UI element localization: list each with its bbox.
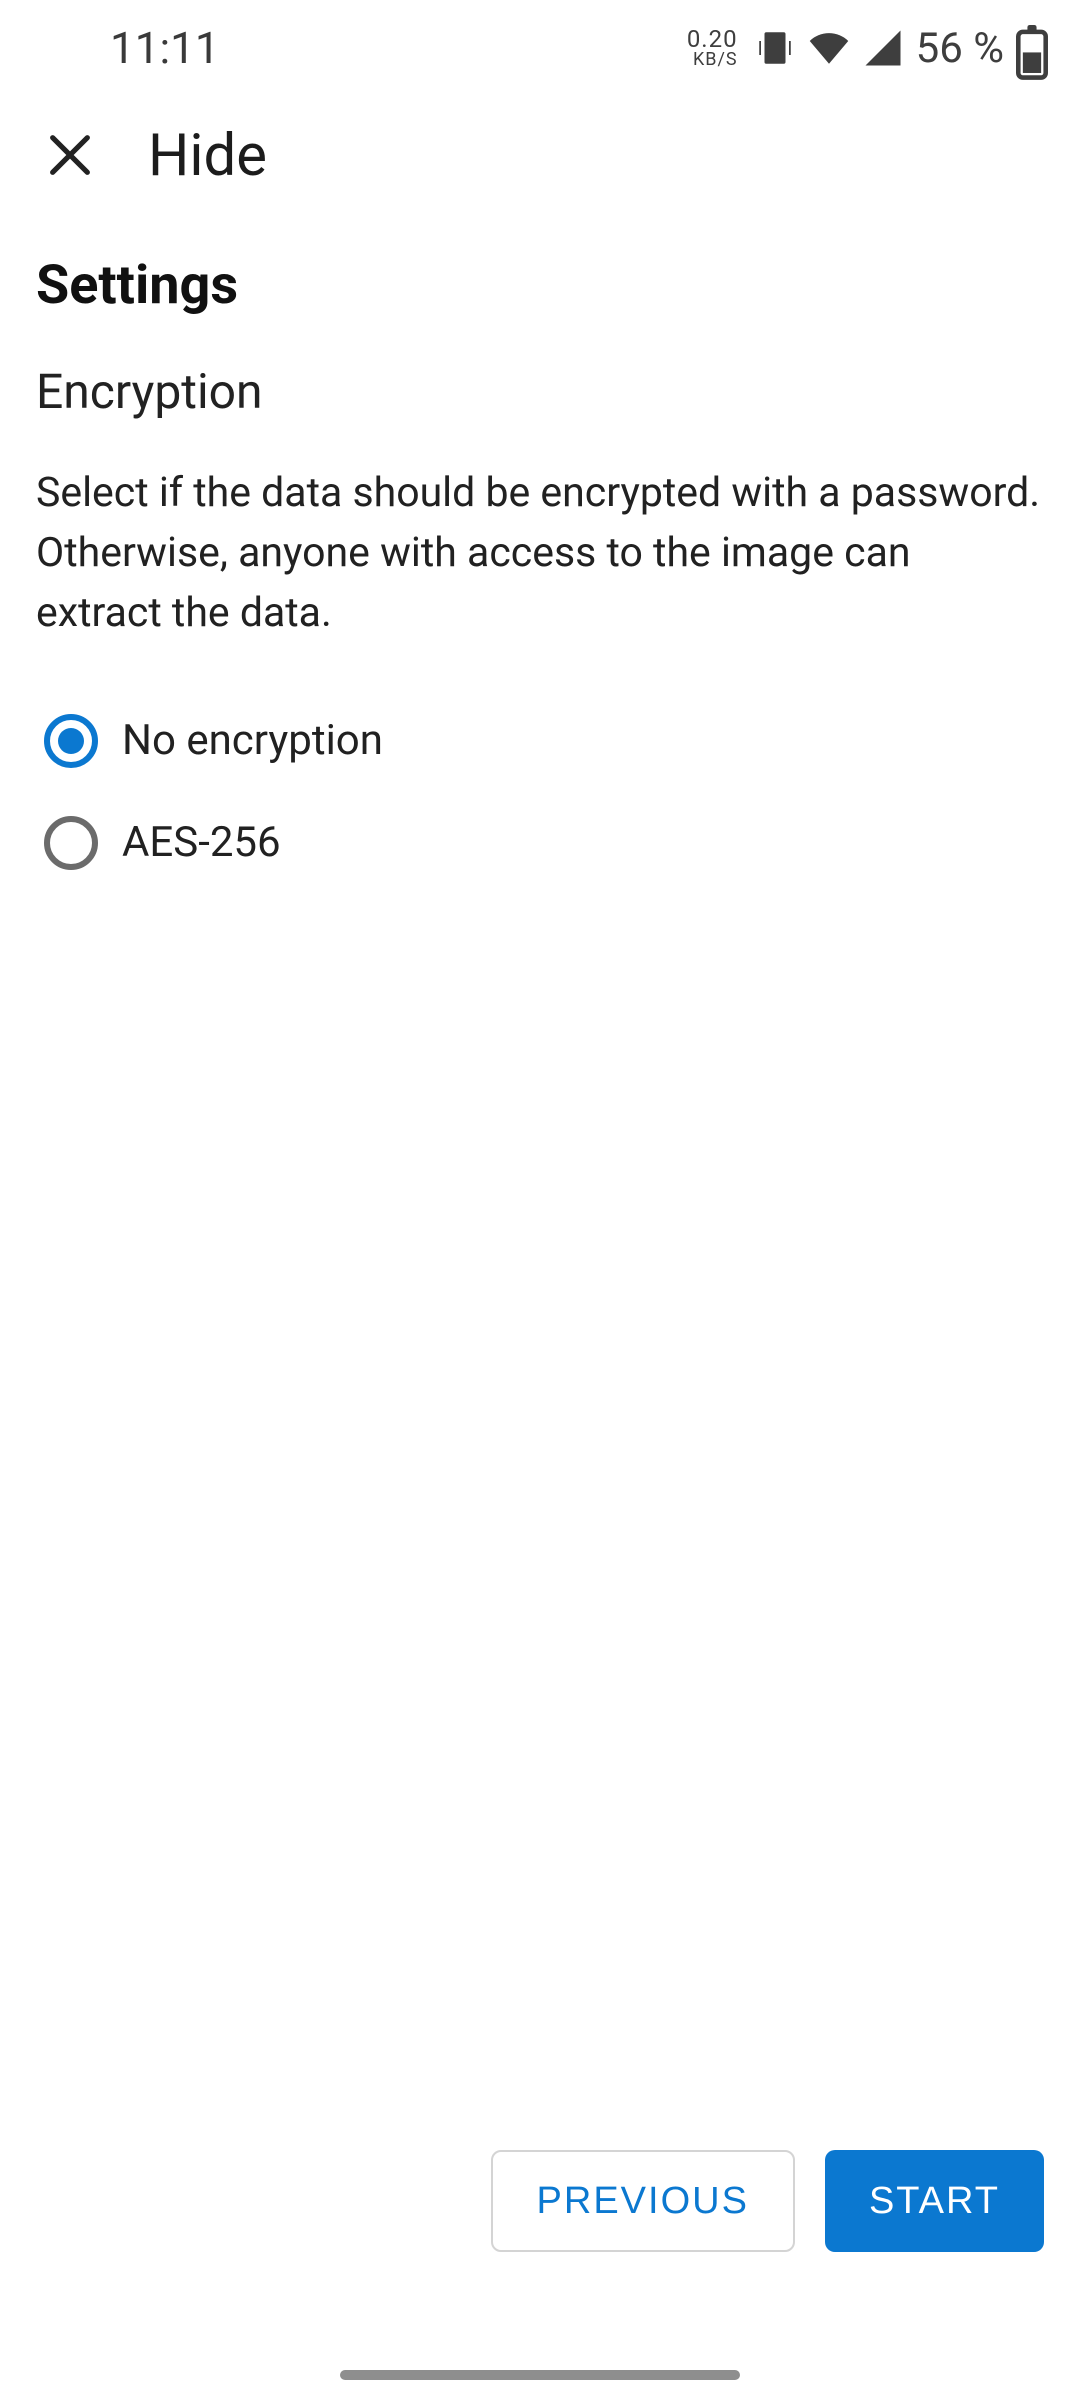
encryption-description: Select if the data should be encrypted w… [36, 464, 1044, 644]
wifi-icon [808, 27, 850, 69]
vibrate-icon [754, 27, 796, 69]
status-time: 11:11 [110, 22, 220, 74]
previous-button[interactable]: PREVIOUS [491, 2150, 795, 2252]
status-bar: 11:11 0.20 KB/S 56 % [0, 0, 1080, 96]
signal-icon [862, 27, 904, 69]
footer-buttons: PREVIOUS START [0, 2150, 1080, 2252]
close-icon [44, 129, 96, 184]
radio-aes-256[interactable]: AES-256 [44, 816, 1044, 870]
encryption-heading: Encryption [36, 363, 1044, 420]
close-button[interactable] [36, 122, 104, 190]
settings-heading: Settings [36, 254, 1044, 317]
start-button[interactable]: START [825, 2150, 1044, 2252]
net-speed-indicator: 0.20 KB/S [687, 28, 738, 68]
gesture-handle[interactable] [340, 2370, 740, 2380]
radio-selected-icon [44, 714, 98, 768]
content: Settings Encryption Select if the data s… [0, 216, 1080, 870]
radio-no-encryption[interactable]: No encryption [44, 714, 1044, 768]
battery-icon [1016, 25, 1048, 71]
radio-label: No encryption [122, 716, 383, 765]
app-title: Hide [148, 122, 267, 190]
app-bar: Hide [0, 96, 1080, 216]
battery-percent: 56 % [916, 24, 1004, 73]
encryption-options: No encryption AES-256 [36, 714, 1044, 870]
radio-unselected-icon [44, 816, 98, 870]
radio-label: AES-256 [122, 818, 281, 867]
